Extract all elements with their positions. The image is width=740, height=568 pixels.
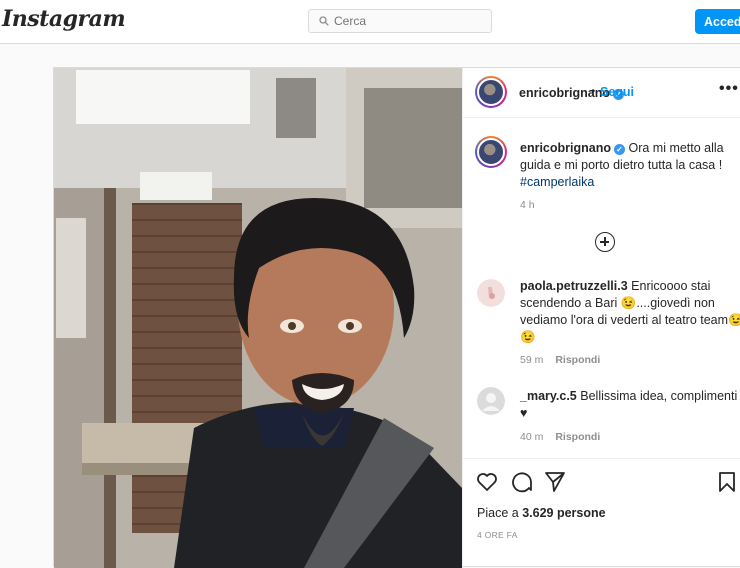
reply-button[interactable]: Rispondi [555, 354, 600, 366]
top-bar: Instagram Accedi [0, 0, 740, 44]
commenter-avatar[interactable] [477, 279, 505, 307]
selfie-image [54, 68, 462, 568]
caption-time: 4 h [520, 199, 535, 211]
save-icon[interactable] [715, 470, 739, 494]
comment-username[interactable]: _mary.c.5 [520, 389, 577, 403]
caption-avatar[interactable] [475, 136, 507, 168]
comment-username[interactable]: paola.petruzzelli.3 [520, 279, 628, 293]
comment-time: 59 m [520, 354, 544, 366]
caption-hashtag[interactable]: #camperlaika [520, 175, 594, 189]
separator-dot: • [591, 84, 596, 98]
search-icon [319, 16, 329, 26]
verified-icon: ✓ [613, 144, 625, 155]
commenter-avatar[interactable] [477, 387, 505, 415]
search-box[interactable] [308, 9, 492, 33]
share-icon[interactable] [543, 470, 567, 494]
comment-icon[interactable] [509, 470, 533, 494]
post-actions: Piace a 3.629 persone 4 ORE FA [463, 458, 740, 568]
search-input[interactable] [334, 14, 484, 28]
caption-username[interactable]: enricobrignano [520, 141, 611, 155]
post-caption: enricobrignano ✓ Ora mi metto alla guida … [520, 140, 740, 191]
more-options-icon[interactable]: ••• [719, 80, 739, 98]
comment-item: _mary.c.5 Bellissima idea, complimenti ♥ [520, 388, 740, 422]
author-avatar[interactable] [475, 76, 507, 108]
post-header: enricobrignano ✓ • Segui ••• [463, 68, 740, 118]
login-button[interactable]: Accedi [695, 9, 740, 34]
heart-icon[interactable] [475, 470, 499, 494]
post-time: 4 ORE FA [477, 530, 518, 540]
comment-time: 40 m [520, 431, 544, 443]
comment-meta: 59 m Rispondi [520, 354, 600, 366]
post-sidebar: enricobrignano ✓ • Segui ••• enricobrigna… [462, 68, 740, 568]
comment-meta: 40 m Rispondi [520, 431, 600, 443]
post-card: enricobrignano ✓ • Segui ••• enricobrigna… [53, 67, 740, 568]
post-photo[interactable] [54, 68, 462, 568]
comment-item: paola.petruzzelli.3 Enricoooo stai scend… [520, 278, 740, 346]
likes-count[interactable]: Piace a 3.629 persone [477, 506, 606, 520]
load-more-icon[interactable] [595, 232, 615, 252]
follow-button[interactable]: Segui [600, 85, 634, 99]
instagram-logo[interactable]: Instagram [2, 6, 126, 32]
reply-button[interactable]: Rispondi [555, 431, 600, 443]
